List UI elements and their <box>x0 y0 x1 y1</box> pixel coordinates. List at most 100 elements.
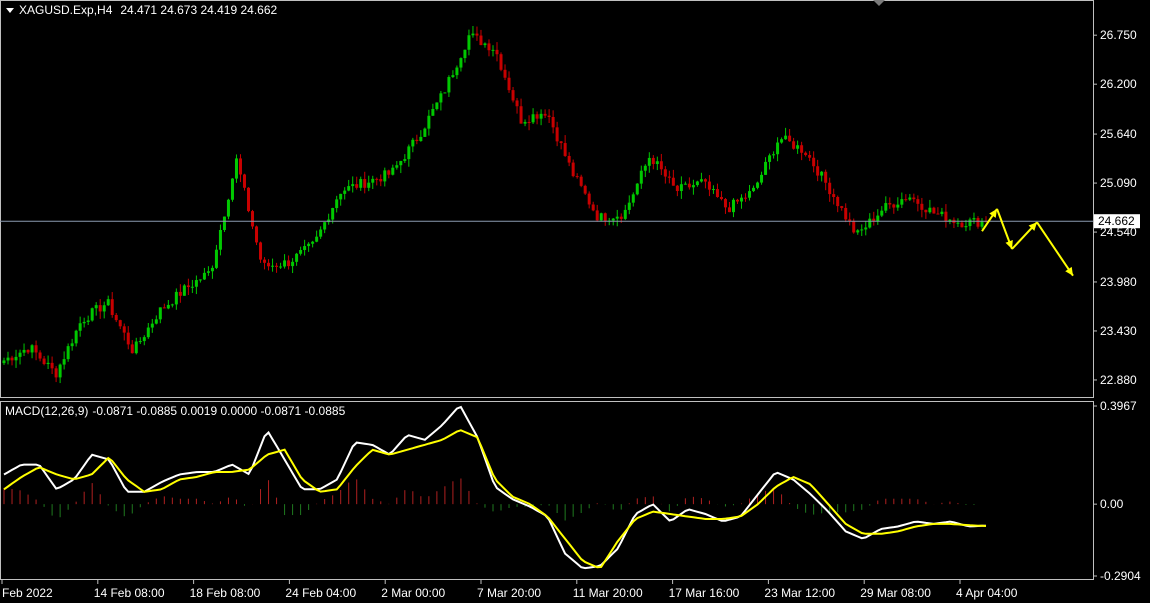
candle-body <box>355 184 359 188</box>
candle-body <box>964 226 968 228</box>
chart-background <box>0 0 1150 603</box>
current-price-label: 24.662 <box>1094 214 1140 229</box>
candle-body <box>359 179 363 188</box>
price-tick-label: 26.200 <box>1100 77 1137 91</box>
candle-body <box>451 75 455 78</box>
candle-body <box>335 199 339 209</box>
candle-body <box>976 218 980 227</box>
candle-body <box>130 344 134 354</box>
candle-body <box>583 185 587 194</box>
candle-body <box>808 155 812 158</box>
candle-body <box>122 326 126 333</box>
candle-body <box>38 352 42 359</box>
candle-body <box>824 171 828 183</box>
candle-body <box>832 194 836 198</box>
candle-body <box>711 189 715 191</box>
candle-body <box>816 166 820 176</box>
candle-body <box>259 242 263 260</box>
candle-body <box>22 349 26 353</box>
candle-body <box>14 356 18 361</box>
candle-body <box>535 114 539 119</box>
candle-body <box>234 158 238 179</box>
candle-body <box>6 357 10 361</box>
symbol-header: XAGUSD.Exp,H4 24.471 24.673 24.419 24.662 <box>19 3 278 17</box>
candle-body <box>703 179 707 182</box>
time-tick-label: 2 Mar 00:00 <box>381 586 445 600</box>
candle-body <box>142 337 146 342</box>
candle-body <box>671 177 675 186</box>
candle-body <box>876 215 880 222</box>
candle-body <box>174 291 178 305</box>
candle-body <box>18 352 22 357</box>
candle-body <box>768 155 772 162</box>
candle-body <box>491 49 495 51</box>
candle-body <box>251 211 255 227</box>
candle-body <box>615 216 619 219</box>
candle-body <box>531 114 535 123</box>
candle-body <box>920 203 924 210</box>
candle-body <box>82 321 86 324</box>
candle-body <box>856 230 860 233</box>
candle-body <box>547 115 551 117</box>
candle-body <box>78 323 82 331</box>
candle-body <box>399 160 403 166</box>
candle-body <box>695 181 699 186</box>
candle-body <box>663 169 667 177</box>
candle-body <box>507 77 511 91</box>
candle-body <box>707 181 711 190</box>
candle-body <box>523 121 527 124</box>
candle-body <box>475 33 479 36</box>
candle-body <box>788 135 792 142</box>
candle-body <box>892 204 896 208</box>
candle-body <box>575 176 579 178</box>
candle-body <box>247 187 250 212</box>
candle-body <box>900 199 904 205</box>
candle-body <box>635 183 639 195</box>
time-tick-label: 7 Mar 20:00 <box>477 586 541 600</box>
candle-body <box>691 185 695 188</box>
candle-body <box>126 332 130 345</box>
candle-body <box>118 320 122 327</box>
candle-body <box>888 203 892 205</box>
candle-body <box>299 250 303 254</box>
macd-tick-label: -0.2904 <box>1100 569 1141 583</box>
candle-body <box>395 165 399 168</box>
time-tick-label: 29 Mar 08:00 <box>860 586 931 600</box>
candle-body <box>623 209 627 219</box>
candle-body <box>34 345 38 353</box>
candle-body <box>667 176 671 178</box>
candle-body <box>776 142 780 155</box>
candle-body <box>102 305 106 312</box>
candle-body <box>840 206 844 208</box>
candle-body <box>267 262 271 267</box>
candle-body <box>848 219 852 221</box>
candle-body <box>924 209 928 213</box>
candle-body <box>431 108 435 116</box>
candle-body <box>571 162 575 177</box>
candle-body <box>367 182 371 188</box>
candle-body <box>206 271 210 273</box>
price-tick-label: 22.880 <box>1100 373 1137 387</box>
candle-body <box>647 157 651 166</box>
price-tick-label: 23.430 <box>1100 324 1137 338</box>
candle-body <box>279 266 283 268</box>
candle-body <box>591 204 595 211</box>
candle-body <box>210 267 214 272</box>
candle-body <box>619 216 623 219</box>
candle-body <box>880 210 884 216</box>
candle-body <box>166 304 170 309</box>
candle-body <box>94 305 98 309</box>
candle-body <box>26 349 30 353</box>
price-tick-label: 25.640 <box>1100 127 1137 141</box>
candle-body <box>748 191 752 198</box>
candle-body <box>740 197 743 202</box>
candle-body <box>419 136 423 142</box>
candle-body <box>495 49 499 55</box>
candle-body <box>146 327 150 338</box>
candle-body <box>343 190 347 194</box>
candle-body <box>527 121 531 123</box>
candle-body <box>271 265 275 267</box>
candle-body <box>820 171 824 176</box>
candle-body <box>659 161 663 170</box>
candle-body <box>471 33 475 36</box>
